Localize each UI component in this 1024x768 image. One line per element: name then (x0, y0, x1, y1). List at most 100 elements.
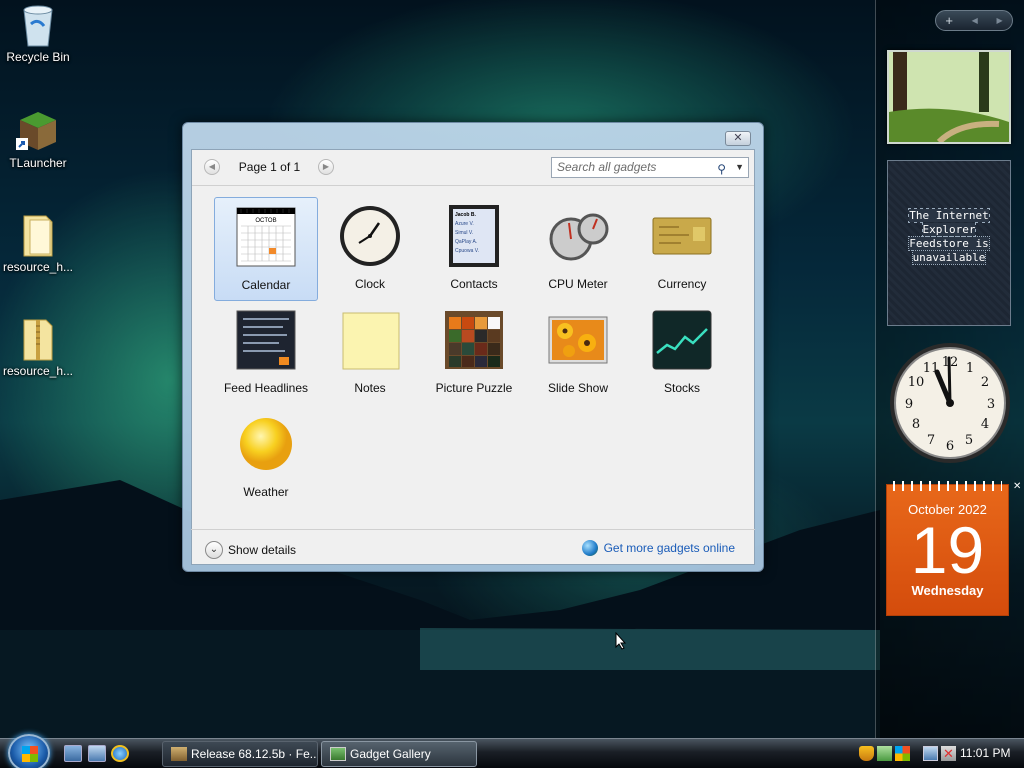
feed-error-line1: The Internet Explorer (908, 208, 990, 237)
contact-name: Cpuowa V. (455, 248, 479, 254)
tlauncher-icon[interactable]: TLauncher (0, 108, 76, 170)
taskbar-button-label: Gadget Gallery (350, 747, 431, 761)
start-button[interactable] (8, 734, 50, 768)
cpu-meter-thumbnail (547, 205, 609, 267)
gadget-tile-notes[interactable]: Notes (318, 301, 422, 405)
gadget-label: Notes (354, 381, 386, 395)
previous-page-button[interactable]: ◀ (204, 159, 220, 175)
clock-gadget[interactable]: 12 1 2 3 4 5 6 7 8 9 10 11 (889, 342, 1011, 464)
weather-thumbnail (235, 413, 297, 475)
close-gadget-icon[interactable]: ✕ (1013, 482, 1023, 492)
taskbar-button-release[interactable]: Release 68.12.5b · Fe... (162, 741, 318, 767)
taskbar-button-gadget-gallery[interactable]: Gadget Gallery (321, 741, 477, 767)
contact-name: Azure V. (455, 221, 474, 227)
gadget-label: CPU Meter (548, 277, 608, 291)
gadget-gallery-icon (330, 747, 346, 761)
desktop-icon-label: TLauncher (9, 156, 67, 170)
clock-num-7: 7 (927, 433, 935, 448)
gadget-tile-calendar[interactable]: OCTOB Calendar (214, 197, 318, 301)
sidebar-next-button[interactable]: ▶ (996, 16, 1002, 25)
slide-show-gadget[interactable] (887, 50, 1011, 145)
gadget-label: Picture Puzzle (435, 381, 513, 395)
gadget-tile-cpu-meter[interactable]: CPU Meter (526, 197, 630, 301)
update-icon[interactable] (877, 746, 892, 761)
gadget-label: Feed Headlines (223, 381, 309, 395)
gadget-tile-stocks[interactable]: Stocks (630, 301, 734, 405)
zip-folder-icon[interactable]: resource_h... (0, 316, 76, 378)
internet-explorer-icon[interactable] (111, 745, 129, 762)
clock-num-2: 2 (981, 375, 989, 390)
switch-windows-icon[interactable] (88, 745, 106, 762)
desktop-icon-label: resource_h... (2, 260, 74, 274)
sidebar-prev-button[interactable]: ◀ (972, 16, 978, 25)
gadget-tile-clock[interactable]: Clock (318, 197, 422, 301)
taskbar-clock[interactable]: 11:01 PM (960, 746, 1010, 760)
security-shield-icon[interactable] (859, 746, 874, 761)
close-button[interactable]: ✕ (725, 131, 751, 146)
taskbar-button-label: Release 68.12.5b · Fe... (191, 747, 318, 761)
calendar-day: 19 (910, 513, 985, 587)
clock-num-10: 10 (908, 375, 925, 390)
gadget-tile-feed-headlines[interactable]: Feed Headlines (214, 301, 318, 405)
desktop-icon-label: Recycle Bin (6, 50, 70, 64)
gallery-content: ◀ Page 1 of 1 ▶ Search all gadgets ⚲ ▼ O… (191, 149, 755, 565)
clock-minute-hand (947, 356, 952, 405)
clock-num-6: 6 (946, 439, 954, 454)
windows-logo-icon (22, 746, 38, 762)
stocks-thumbnail (651, 309, 713, 371)
clock-num-9: 9 (905, 397, 913, 412)
feed-headlines-gadget[interactable]: The Internet Explorer Feedstore is unava… (887, 160, 1011, 326)
gadget-gallery-window: ✕ ◀ Page 1 of 1 ▶ Search all gadgets ⚲ ▼ (182, 122, 764, 572)
clock-num-1: 1 (966, 361, 974, 376)
gadget-tile-slide-show[interactable]: Slide Show (526, 301, 630, 405)
network-icon[interactable] (923, 746, 938, 761)
folder-icon[interactable]: resource_h... (0, 212, 76, 274)
clock-num-8: 8 (912, 417, 920, 432)
show-details-toggle[interactable]: ⌄ Show details (205, 541, 296, 559)
page-indicator: Page 1 of 1 (238, 160, 301, 174)
gadget-tile-contacts[interactable]: Jacob B. Azure V. Simul V. QaPlay A. Cpu… (422, 197, 526, 301)
taskbar: Release 68.12.5b · Fe... Gadget Gallery … (0, 734, 1024, 768)
search-icon[interactable]: ⚲ (717, 160, 726, 179)
get-more-gadgets-link[interactable]: Get more gadgets online (581, 540, 735, 556)
gadget-tile-picture-puzzle[interactable]: Picture Puzzle (422, 301, 526, 405)
zip-folder-icon-graphic (16, 316, 60, 361)
currency-thumbnail (651, 205, 713, 267)
search-gadgets-input[interactable]: Search all gadgets ⚲ ▼ (551, 157, 749, 178)
globe-icon (581, 540, 598, 556)
gadget-label: Weather (243, 485, 289, 499)
show-desktop-icon[interactable] (64, 745, 82, 762)
contact-name: Jacob B. (455, 212, 476, 218)
analog-clock-face: 12 1 2 3 4 5 6 7 8 9 10 11 (890, 343, 1010, 463)
clock-num-3: 3 (987, 397, 995, 412)
contacts-thumbnail: Jacob B. Azure V. Simul V. QaPlay A. Cpu… (443, 205, 505, 267)
calendar-weekday: Wednesday (911, 583, 984, 598)
show-details-label: Show details (228, 543, 297, 557)
search-placeholder: Search all gadgets (557, 160, 657, 174)
gadget-tile-weather[interactable]: Weather (214, 405, 318, 509)
chevron-down-icon[interactable]: ⌄ (205, 541, 223, 559)
recycle-bin-icon-graphic (16, 2, 60, 47)
search-dropdown-icon[interactable]: ▼ (735, 158, 744, 177)
mouse-cursor-icon (615, 632, 627, 650)
clock-num-5: 5 (965, 433, 973, 448)
recycle-bin-icon[interactable]: Recycle Bin (0, 2, 76, 64)
windows-flag-tray-icon[interactable] (895, 746, 910, 761)
contact-name: Simul V. (455, 230, 473, 236)
gadget-label: Calendar (241, 278, 291, 292)
add-gadget-button[interactable]: + (945, 13, 953, 28)
next-page-button[interactable]: ▶ (318, 159, 334, 175)
gadget-tile-currency[interactable]: Currency (630, 197, 734, 301)
gallery-toolbar: ◀ Page 1 of 1 ▶ Search all gadgets ⚲ ▼ (192, 150, 754, 186)
gadget-label: Stocks (663, 381, 700, 395)
minecraft-block-icon (16, 108, 60, 152)
feed-error-line3: unavailable (911, 250, 987, 265)
gadget-label: Currency (657, 277, 707, 291)
clock-thumbnail (339, 205, 401, 267)
volume-muted-icon[interactable]: ✕ (941, 746, 956, 761)
clock-num-4: 4 (981, 417, 989, 432)
calendar-gadget[interactable]: October 2022 19 Wednesday (886, 481, 1009, 616)
notes-thumbnail (339, 309, 401, 371)
contact-name: QaPlay A. (455, 239, 477, 245)
desktop-icon-label: resource_h... (2, 364, 74, 378)
